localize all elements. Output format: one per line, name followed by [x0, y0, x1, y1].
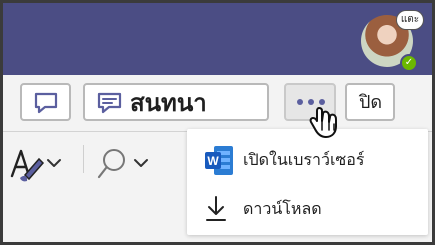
- close-label: ปิด: [359, 92, 383, 113]
- conversation-icon: [97, 92, 122, 114]
- comment-button[interactable]: [20, 83, 71, 121]
- search-tool[interactable]: [95, 144, 155, 184]
- open-in-browser-label: เปิดในเบราว์เซอร์: [243, 150, 365, 169]
- conversation-button[interactable]: สนทนา: [83, 83, 269, 121]
- text-format-brush-icon: [10, 149, 45, 182]
- chevron-down-icon: [47, 159, 61, 167]
- available-check-icon: ✓: [400, 54, 418, 72]
- open-in-browser-menu-item[interactable]: W เปิดในเบราว์เซอร์: [187, 137, 428, 185]
- avatar-badge: แตะ: [397, 11, 423, 29]
- app-window: แตะ ✓ สนทนา ปิด W เปิดในเบราว์เซอร์ ดาวน…: [0, 0, 435, 245]
- search-icon: [97, 149, 125, 179]
- download-label: ดาวน์โหลด: [243, 199, 322, 218]
- ellipsis-icon: [297, 99, 325, 105]
- text-format-tool[interactable]: [9, 144, 63, 184]
- toolbar-divider: [83, 145, 84, 173]
- chevron-down-icon: [134, 159, 148, 167]
- hand-pointer-cursor-icon: [309, 107, 337, 138]
- download-icon: [206, 196, 226, 221]
- profile-avatar-area[interactable]: แตะ ✓: [361, 11, 423, 72]
- more-options-menu: W เปิดในเบราว์เซอร์ ดาวน์โหลด: [187, 129, 428, 235]
- word-icon: W: [205, 146, 233, 175]
- conversation-label: สนทนา: [130, 89, 207, 117]
- close-button[interactable]: ปิด: [345, 83, 395, 121]
- svg-text:W: W: [207, 154, 219, 168]
- comment-icon: [34, 92, 58, 114]
- download-menu-item[interactable]: ดาวน์โหลด: [187, 186, 428, 234]
